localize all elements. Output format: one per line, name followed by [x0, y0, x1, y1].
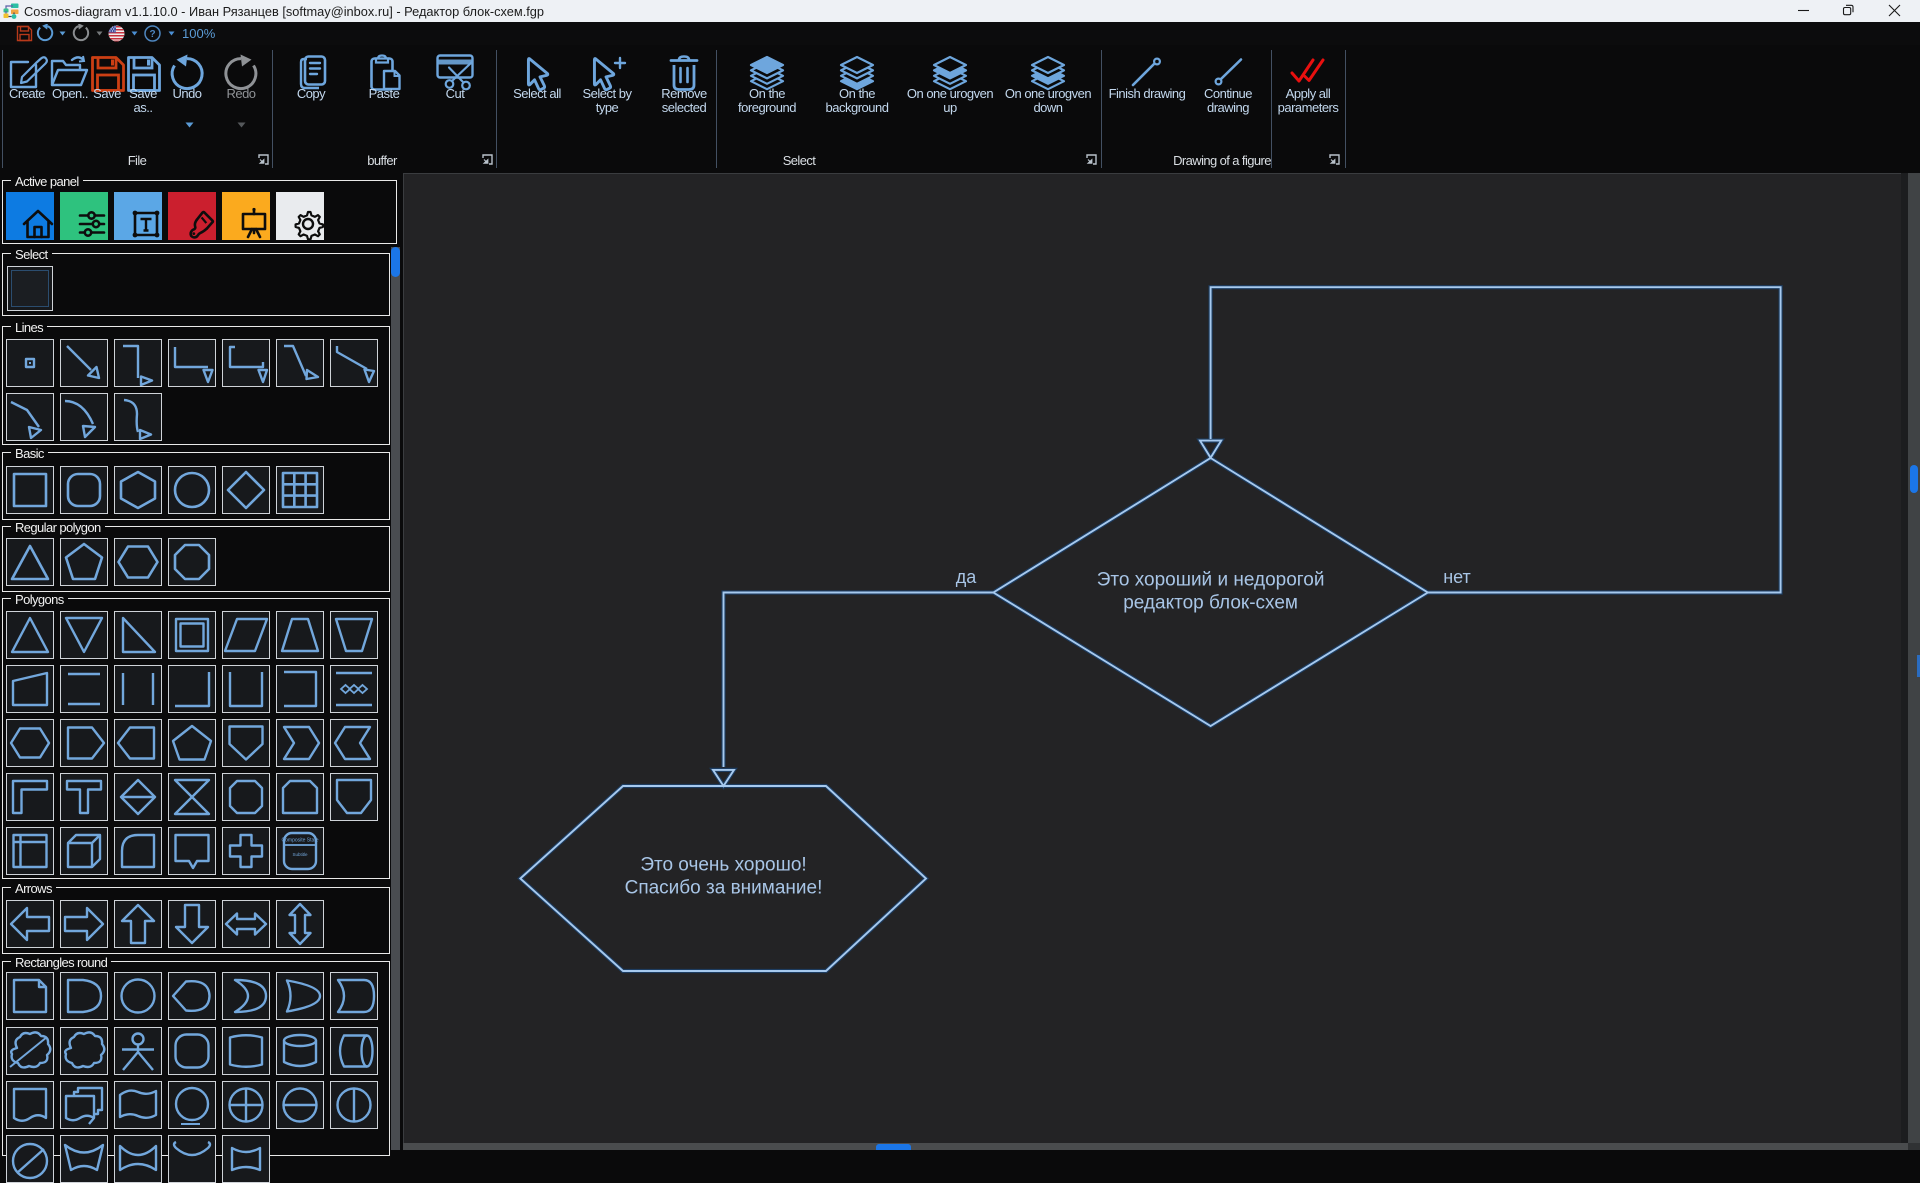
- svg-text:редактор блок-схем: редактор блок-схем: [1123, 593, 1298, 614]
- svg-text:да: да: [956, 567, 978, 587]
- svg-text:Это хороший и недорогой: Это хороший и недорогой: [1097, 570, 1325, 591]
- svg-text:Спасибо за внимание!: Спасибо за внимание!: [625, 878, 823, 899]
- svg-text:Это очень хорошо!: Это очень хорошо!: [640, 855, 806, 876]
- svg-text:нет: нет: [1443, 567, 1471, 587]
- svg-text:?: ?: [149, 29, 155, 40]
- svg-text:Composite State: Composite State: [282, 838, 319, 844]
- svg-text:Subtitle: Subtitle: [292, 852, 308, 857]
